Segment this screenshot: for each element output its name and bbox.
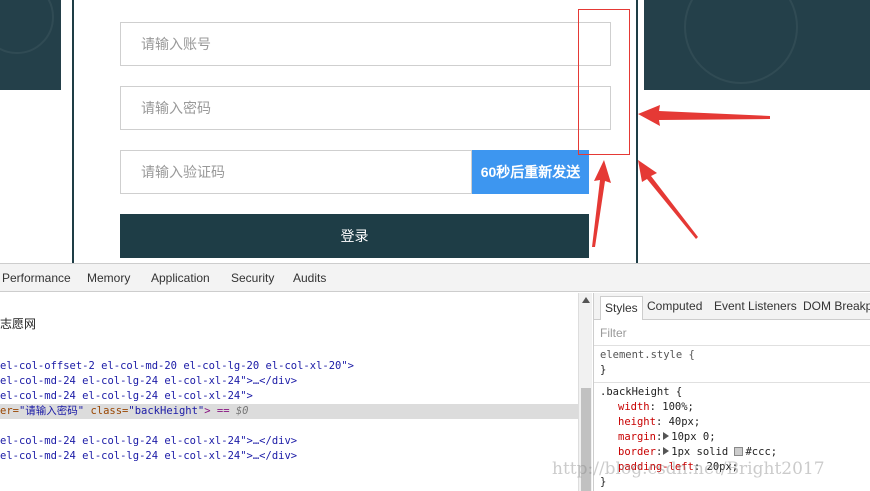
resend-code-button[interactable]: 60秒后重新发送 bbox=[472, 150, 589, 194]
css-property[interactable]: margin: 10px 0; bbox=[618, 430, 716, 445]
dom-node-line[interactable]: el-col-md-24 el-col-lg-24 el-col-xl-24"> bbox=[0, 389, 253, 404]
dom-node-ref: $0 bbox=[235, 405, 249, 417]
element-style-selector[interactable]: element.style { bbox=[600, 348, 695, 363]
css-property[interactable]: width: 100%; bbox=[618, 400, 694, 415]
card-border-left bbox=[72, 0, 74, 263]
card-border-right bbox=[636, 0, 638, 263]
dom-attr-value: "backHeight" bbox=[128, 405, 205, 417]
dom-node-line[interactable]: el-col-md-24 el-col-lg-24 el-col-xl-24">… bbox=[0, 374, 297, 389]
dom-attr-value: el-col-md-24 el-col-lg-24 el-col-xl-24">… bbox=[0, 375, 298, 387]
dom-attr-name: class= bbox=[84, 405, 129, 417]
tab-computed[interactable]: Computed bbox=[647, 293, 702, 320]
dom-text-node: 志愿网 bbox=[0, 317, 37, 331]
css-property[interactable]: height: 40px; bbox=[618, 415, 700, 430]
styles-tab-bar: Styles Computed Event Listeners DOM Brea… bbox=[594, 293, 870, 320]
dom-attr-value: el-col-md-24 el-col-lg-24 el-col-xl-24">… bbox=[0, 435, 298, 447]
css-property-value: 1px solid bbox=[671, 446, 735, 458]
watermark: http://blog.csdn.net/Bright2017 bbox=[552, 459, 825, 479]
tab-event-listeners[interactable]: Event Listeners bbox=[714, 293, 797, 320]
dom-attr-value: el-col-md-24 el-col-lg-24 el-col-xl-24">… bbox=[0, 450, 298, 462]
css-property-name: border bbox=[618, 446, 656, 458]
expand-triangle-icon[interactable] bbox=[663, 432, 670, 440]
dom-node-line[interactable]: el-col-md-24 el-col-lg-24 el-col-xl-24">… bbox=[0, 449, 297, 464]
background-image-right bbox=[644, 0, 870, 90]
scroll-up-arrow-icon[interactable] bbox=[582, 297, 590, 303]
element-style-close: } bbox=[600, 364, 607, 376]
dom-node-line-selected[interactable]: er="请输入密码" class="backHeight"> == $0 bbox=[0, 404, 578, 419]
dom-attr-value: el-col-offset-2 el-col-md-20 el-col-lg-2… bbox=[0, 360, 355, 372]
color-swatch-icon[interactable] bbox=[734, 447, 744, 456]
elements-tree[interactable]: 志愿网 el-col-offset-2 el-col-md-20 el-col-… bbox=[0, 293, 578, 491]
verification-code-input[interactable]: 请输入验证码 bbox=[120, 150, 472, 194]
css-property-name: width bbox=[618, 401, 650, 413]
css-property[interactable]: border: 1px solid #ccc; bbox=[618, 445, 777, 460]
css-property-value: 10px 0; bbox=[671, 431, 716, 443]
divider bbox=[594, 382, 870, 383]
screenshot-root: 请输入账号 请输入密码 请输入验证码 60秒后重新发送 登录 Performan… bbox=[0, 0, 870, 491]
annotation-box bbox=[578, 9, 630, 155]
css-property-name: height bbox=[618, 416, 656, 428]
rule-selector[interactable]: .backHeight { bbox=[600, 385, 682, 400]
dom-attr-name: er= bbox=[0, 405, 19, 417]
tab-memory[interactable]: Memory bbox=[87, 264, 130, 292]
devtools-tab-bar: Performance Memory Application Security … bbox=[0, 264, 870, 292]
login-button[interactable]: 登录 bbox=[120, 214, 589, 258]
css-property-value: 40px; bbox=[662, 416, 701, 428]
tab-dom-breakpoints[interactable]: DOM Breakpoints bbox=[803, 293, 870, 320]
divider bbox=[594, 345, 870, 346]
dom-attr-value: "请输入密码" bbox=[18, 405, 85, 417]
tab-performance[interactable]: Performance bbox=[2, 264, 71, 292]
tab-styles[interactable]: Styles bbox=[600, 296, 643, 320]
background-image-left bbox=[0, 0, 61, 90]
dom-node-line[interactable]: el-col-offset-2 el-col-md-20 el-col-lg-2… bbox=[0, 359, 354, 374]
dom-node-line[interactable]: el-col-md-24 el-col-lg-24 el-col-xl-24">… bbox=[0, 434, 297, 449]
css-property-name: margin bbox=[618, 431, 656, 443]
styles-filter-input[interactable]: Filter bbox=[600, 326, 627, 340]
css-color-value: #ccc; bbox=[745, 446, 778, 458]
tab-audits[interactable]: Audits bbox=[293, 264, 326, 292]
dom-attr-value: el-col-md-24 el-col-lg-24 el-col-xl-24"> bbox=[0, 390, 253, 402]
login-page: 请输入账号 请输入密码 请输入验证码 60秒后重新发送 登录 bbox=[0, 0, 870, 263]
devtools-panel: Performance Memory Application Security … bbox=[0, 263, 870, 491]
password-input[interactable]: 请输入密码 bbox=[120, 86, 611, 130]
account-input[interactable]: 请输入账号 bbox=[120, 22, 611, 66]
expand-triangle-icon[interactable] bbox=[663, 447, 670, 455]
dom-tag-end: > == bbox=[204, 405, 236, 417]
tab-application[interactable]: Application bbox=[151, 264, 210, 292]
tab-security[interactable]: Security bbox=[231, 264, 274, 292]
css-property-value: 100%; bbox=[655, 401, 694, 413]
